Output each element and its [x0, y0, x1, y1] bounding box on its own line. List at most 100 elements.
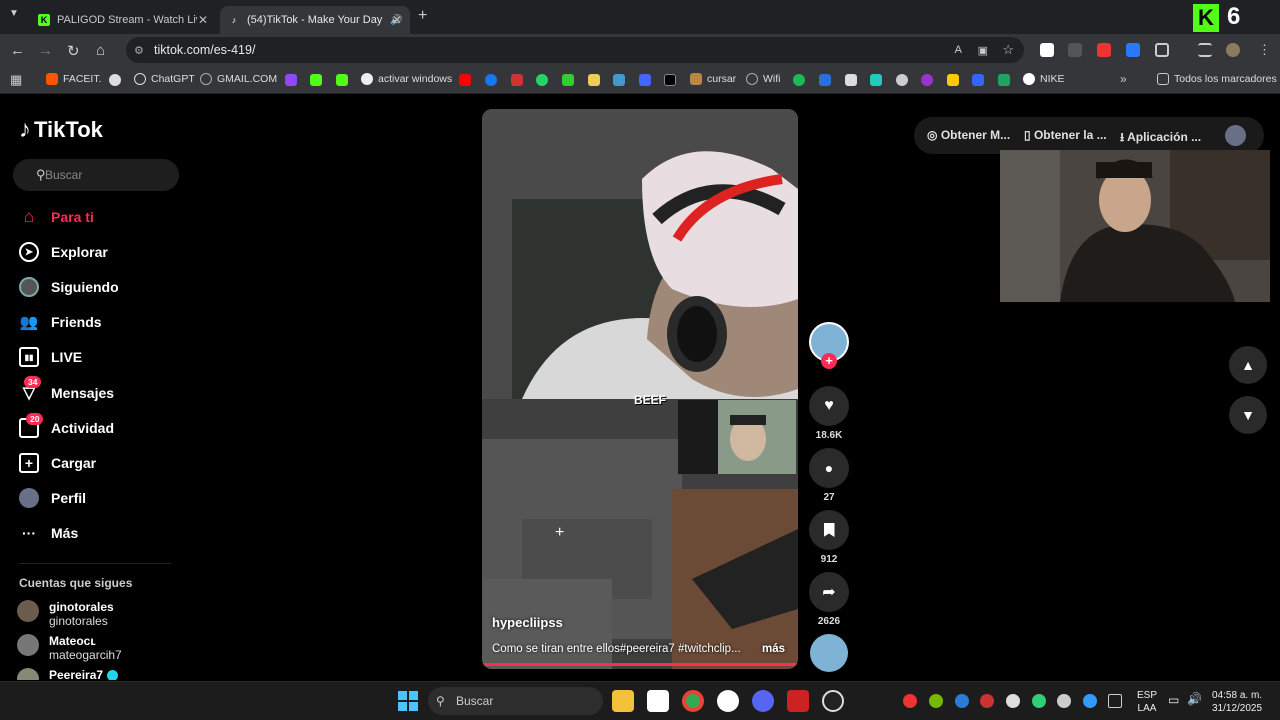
shield-icon[interactable] [511, 74, 523, 86]
extension-icon[interactable] [1068, 43, 1082, 57]
bookmark-nike[interactable]: NIKE [1023, 73, 1065, 85]
reload-icon[interactable]: ↻ [67, 42, 80, 60]
star-icon[interactable]: ☆ [1002, 42, 1014, 58]
desktop-app-button[interactable]: ⭳ Aplicación ... [1120, 128, 1201, 149]
next-video-button[interactable]: ▼ [1229, 396, 1267, 434]
bookmark-wifi[interactable]: Wifi [746, 73, 781, 85]
close-icon[interactable]: ✕ [198, 13, 208, 27]
keyboard-icon[interactable] [1108, 694, 1122, 708]
nav-explorar[interactable]: ➤ Explorar [19, 241, 108, 263]
address-bar[interactable]: ⚙ tiktok.com/es-419/ A ▣ ☆ [126, 37, 1024, 63]
previous-video-button[interactable]: ▲ [1229, 346, 1267, 384]
tab-paligod[interactable]: K PALIGOD Stream - Watch Live c ✕ [30, 6, 216, 34]
bookmark-icon[interactable] [639, 74, 651, 86]
kick-icon[interactable] [310, 74, 322, 86]
facebook-icon[interactable] [485, 74, 497, 86]
sound-avatar[interactable] [810, 634, 848, 672]
extension-icon[interactable] [1126, 43, 1140, 57]
discord-icon[interactable] [845, 74, 857, 86]
google-ext-icon[interactable] [1040, 43, 1054, 57]
bookmark-icon[interactable] [896, 74, 908, 86]
nav-perfil[interactable]: Perfil [19, 487, 86, 509]
network-icon[interactable]: ▭ [1168, 693, 1179, 707]
tiktok-logo[interactable]: ♪ TikTok [19, 116, 103, 144]
new-tab-button[interactable]: + [418, 7, 427, 25]
whatsapp-icon[interactable] [536, 74, 548, 86]
bookmark-chatgpt[interactable]: ChatGPT [134, 73, 195, 85]
tray-icon[interactable] [903, 694, 917, 708]
apps-icon[interactable]: ▦ [10, 72, 22, 88]
caption-more-link[interactable]: más [762, 643, 785, 655]
profile-avatar[interactable] [1225, 125, 1246, 146]
nav-live[interactable]: ▮▮ LIVE [19, 346, 82, 368]
bookmark-activar-windows[interactable]: activar windows [361, 73, 452, 85]
nav-actividad[interactable]: 20 Actividad [19, 413, 114, 439]
close-icon[interactable]: ✕ [392, 13, 402, 27]
bluetooth-icon[interactable] [955, 694, 969, 708]
get-app-button[interactable]: ▯ Obtener la ... [1024, 128, 1107, 142]
nav-siguiendo[interactable]: Siguiendo [19, 276, 119, 298]
follow-plus-icon[interactable]: + [821, 353, 837, 369]
chrome-icon[interactable] [682, 690, 704, 712]
site-info-icon[interactable]: ⚙ [134, 44, 144, 57]
clock[interactable]: 04:58 a. m. 31/12/2025 [1212, 689, 1262, 715]
following-account[interactable]: Peereira7 [17, 668, 119, 680]
nvidia-icon[interactable] [929, 694, 943, 708]
bookmark-gmail[interactable]: GMAIL.COM [200, 73, 277, 85]
spotify-icon[interactable] [793, 74, 805, 86]
bookmark-icon[interactable] [972, 74, 984, 86]
nav-para-ti[interactable]: ⌂ Para ti [19, 206, 94, 228]
video-author[interactable]: hypecliipss [492, 615, 563, 630]
twitch-icon[interactable] [285, 74, 297, 86]
bookmark-icon[interactable] [109, 74, 121, 86]
language-indicator[interactable]: ESP LAA [1137, 689, 1157, 715]
bookmark-icon[interactable] [562, 74, 574, 86]
windows-start-icon[interactable] [398, 691, 418, 711]
tray-icon[interactable] [1032, 694, 1046, 708]
more-bookmarks-icon[interactable]: » [1120, 72, 1127, 86]
profile-avatar-icon[interactable] [1226, 43, 1240, 57]
bookmark-cursar[interactable]: cursar [690, 73, 736, 85]
following-account[interactable]: ginotorales ginotorales [17, 600, 114, 628]
paypal-icon[interactable] [819, 74, 831, 86]
like-button[interactable]: ♥ [809, 386, 849, 426]
all-bookmarks-folder[interactable]: Todos los marcadores [1157, 73, 1277, 85]
extension-icon[interactable] [1097, 43, 1111, 57]
tab-menu-icon[interactable]: ▼ [9, 8, 19, 19]
microphone-icon[interactable] [1083, 694, 1097, 708]
obs-icon[interactable] [822, 690, 844, 712]
bookmark-icon[interactable] [588, 74, 600, 86]
bookmark-icon[interactable] [613, 74, 625, 86]
home-icon[interactable]: ⌂ [96, 42, 105, 59]
store-icon[interactable] [647, 690, 669, 712]
file-explorer-icon[interactable] [612, 690, 634, 712]
puzzle-icon[interactable] [1155, 43, 1169, 57]
nav-cargar[interactable]: + Cargar [19, 452, 96, 474]
bookmark-icon[interactable] [947, 74, 959, 86]
translate-icon[interactable]: A [955, 44, 962, 56]
nav-mensajes[interactable]: ▽ 34 Mensajes [19, 376, 114, 404]
bookmark-faceit[interactable]: FACEIT. [46, 73, 102, 85]
following-account[interactable]: Mateoᴄʟ mateogarcih7 [17, 634, 122, 662]
taskbar-search[interactable]: ⚲ Buscar [428, 687, 603, 715]
save-button[interactable] [809, 510, 849, 550]
bookmark-icon[interactable] [870, 74, 882, 86]
menu-dots-icon[interactable]: ⋮ [1258, 42, 1271, 58]
youtube-icon[interactable] [459, 74, 471, 86]
tab-tiktok[interactable]: ♪ (54)TikTok - Make Your Day 🔊 ✕ [220, 6, 410, 34]
nav-friends[interactable]: 👥 Friends [19, 311, 102, 333]
discord-icon[interactable] [752, 690, 774, 712]
share-button[interactable]: ➦ [809, 572, 849, 612]
nav-mas[interactable]: ··· Más [19, 522, 78, 544]
steam-icon[interactable] [1057, 694, 1071, 708]
tray-icon[interactable] [980, 694, 994, 708]
x-icon[interactable] [664, 74, 676, 86]
kick-icon[interactable] [336, 74, 348, 86]
bookmark-icon[interactable] [921, 74, 933, 86]
get-coins-button[interactable]: ◎ Obtener M... [927, 128, 1010, 142]
media-icon[interactable] [1198, 43, 1212, 57]
back-icon[interactable]: ← [10, 42, 25, 59]
volume-icon[interactable]: 🔊 [1187, 692, 1202, 706]
creator-avatar[interactable]: + [809, 322, 849, 369]
video-editor-icon[interactable] [787, 690, 809, 712]
